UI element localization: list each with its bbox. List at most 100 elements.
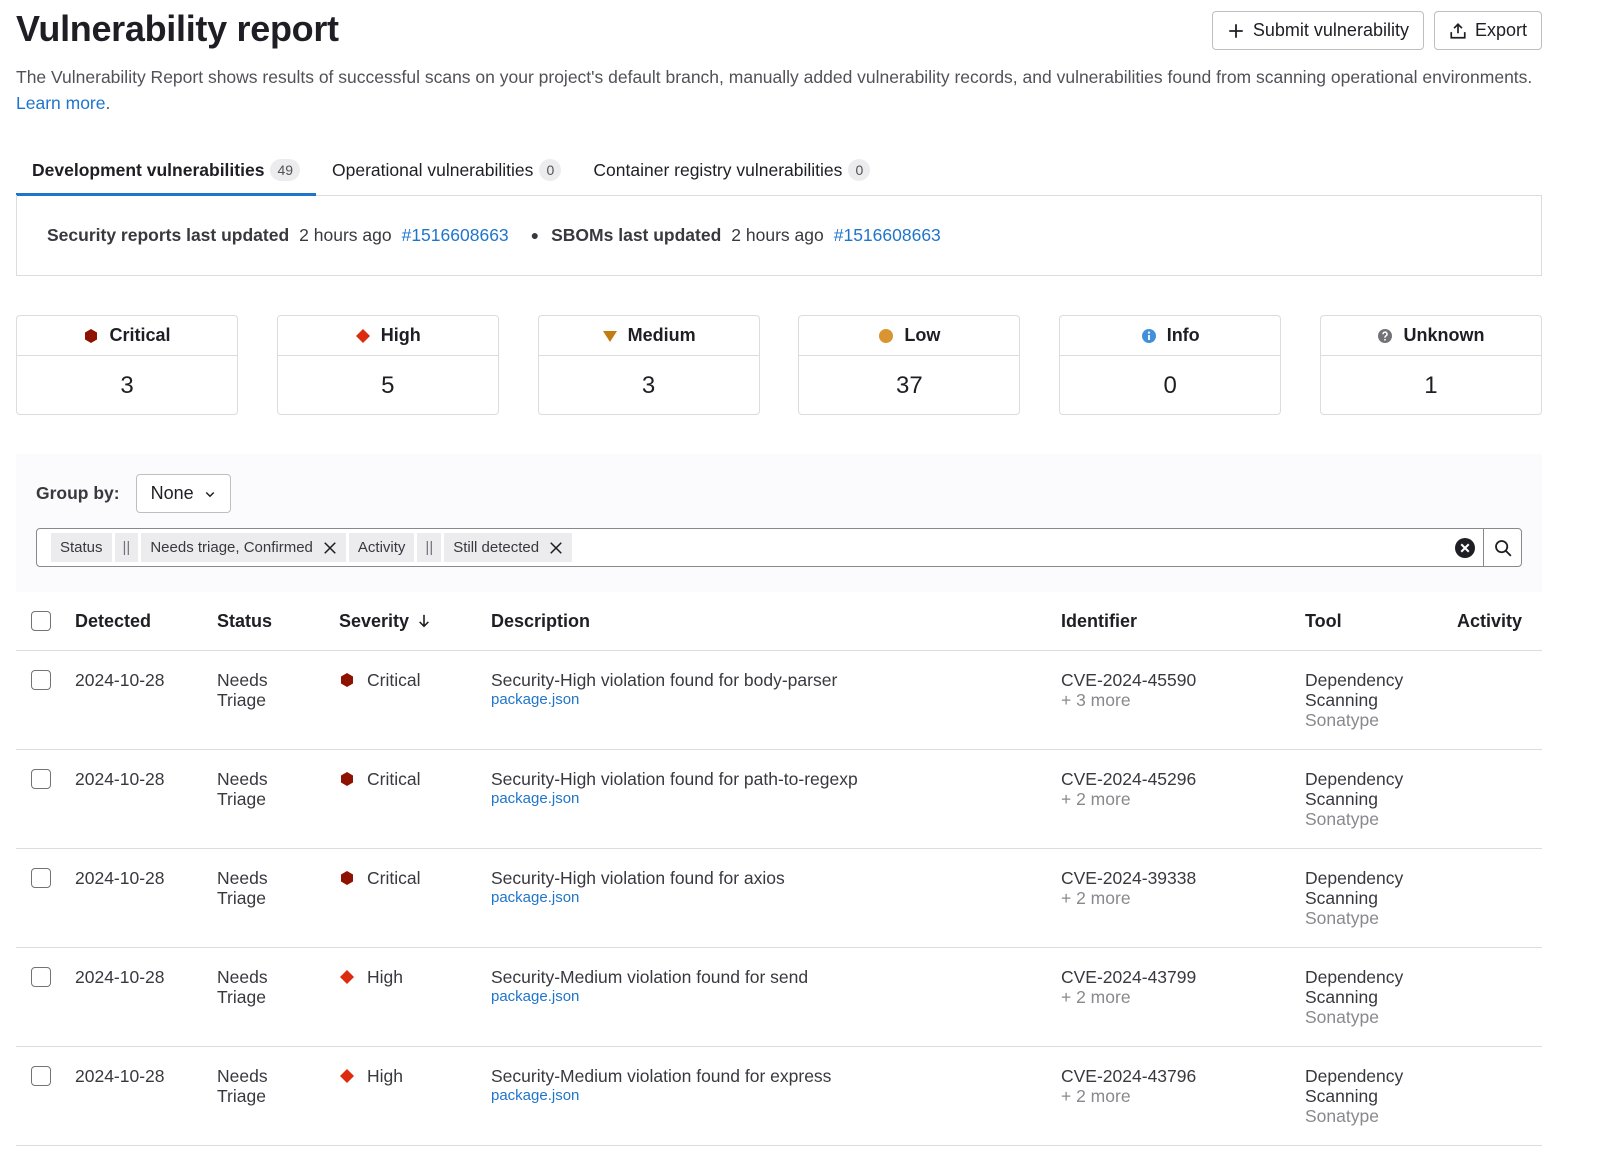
critical-hexagon-icon	[341, 772, 353, 786]
detected-date: 2024-10-28	[75, 670, 165, 690]
table-row[interactable]: 2024-10-28 Needs Triage High Security-Med…	[16, 1047, 1542, 1146]
severity-cell: Critical	[339, 670, 491, 690]
filter-token-status-operator[interactable]: ||	[114, 533, 139, 562]
header-detected[interactable]: Detected	[75, 611, 217, 632]
detected-date: 2024-10-28	[75, 1066, 165, 1086]
row-select-cell	[16, 769, 75, 789]
header-status[interactable]: Status	[217, 611, 339, 632]
export-button[interactable]: Export	[1433, 11, 1542, 50]
file-link[interactable]: package.json	[491, 888, 1061, 908]
header-severity-label: Severity	[339, 610, 410, 631]
vulnerability-title-link[interactable]: Security-Medium violation found for send	[491, 967, 1061, 987]
file-link[interactable]: package.json	[491, 987, 1061, 1007]
vulnerability-title-link[interactable]: Security-High violation found for axios	[491, 868, 1061, 888]
severity-card-low: Low 37	[798, 315, 1021, 415]
description-cell: Security-High violation found for body-p…	[491, 670, 1061, 710]
status-cell: Needs Triage	[217, 1066, 339, 1106]
select-all-checkbox[interactable]	[31, 611, 51, 631]
security-pipeline-link[interactable]: #1516608663	[402, 225, 509, 246]
tool-text: Scanning	[1305, 888, 1378, 908]
detected-date: 2024-10-28	[75, 769, 165, 789]
filter-token-activity-key[interactable]: Activity	[348, 533, 415, 562]
tool-cell: Dependency Scanning Sonatype	[1305, 769, 1457, 829]
tool-text: Dependency	[1305, 670, 1404, 690]
vendor-text: Sonatype	[1305, 1106, 1379, 1126]
tab-development-vulnerabilities[interactable]: Development vulnerabilities 49	[16, 145, 317, 196]
filter-token-activity-text: Still detected	[453, 539, 540, 556]
filter-token-status-value[interactable]: Needs triage, Confirmed	[141, 533, 346, 562]
identifier-text: CVE-2024-43799	[1061, 967, 1197, 987]
table-row[interactable]: 2024-10-28 Needs Triage Critical Security…	[16, 849, 1542, 948]
tool-cell: Dependency Scanning Sonatype	[1305, 1066, 1457, 1126]
filtered-search-bar[interactable]: Status || Needs triage, Confirmed Activi…	[36, 528, 1522, 567]
table-row[interactable]: 2024-10-28 Needs Triage Critical Security…	[16, 750, 1542, 849]
status-text: Triage	[217, 888, 266, 908]
severity-card-high: High 5	[276, 315, 499, 415]
search-button[interactable]	[1483, 529, 1521, 566]
tool-text: Dependency	[1305, 967, 1404, 987]
tab-container-registry-vulnerabilities[interactable]: Container registry vulnerabilities 0	[577, 145, 886, 195]
description-period: .	[105, 93, 111, 113]
vulnerability-title-link[interactable]: Security-Medium violation found for expr…	[491, 1066, 1061, 1086]
tool-cell: Dependency Scanning Sonatype	[1305, 670, 1457, 730]
severity-text: High	[367, 967, 403, 987]
filter-token-status-text: Needs triage, Confirmed	[150, 539, 313, 556]
more-identifiers: + 2 more	[1061, 888, 1131, 908]
table-row[interactable]: 2024-10-28 Needs Triage Critical Security…	[16, 651, 1542, 750]
header-severity[interactable]: Severity	[339, 611, 491, 632]
severity-card-header: Critical	[17, 316, 237, 356]
row-checkbox[interactable]	[31, 769, 51, 789]
learn-more-link[interactable]: Learn more	[16, 93, 106, 113]
severity-text: Critical	[367, 868, 421, 888]
row-checkbox[interactable]	[31, 868, 51, 888]
description-cell: Security-Medium violation found for send…	[491, 967, 1061, 1007]
sbom-pipeline-link[interactable]: #1516608663	[834, 225, 941, 246]
group-by-dropdown[interactable]: None	[135, 474, 231, 513]
severity-card-header: High	[277, 316, 498, 356]
status-text: Triage	[217, 1086, 266, 1106]
file-link[interactable]: package.json	[491, 789, 1061, 809]
vendor-text: Sonatype	[1305, 710, 1379, 730]
severity-text: Critical	[367, 670, 421, 690]
close-icon[interactable]	[323, 541, 337, 555]
severity-text: Critical	[367, 769, 421, 789]
export-upload-icon	[1450, 22, 1466, 39]
vulnerability-title-link[interactable]: Security-High violation found for path-t…	[491, 769, 1061, 789]
filter-token-activity-value[interactable]: Still detected	[444, 533, 573, 562]
row-checkbox[interactable]	[31, 1066, 51, 1086]
chevron-down-icon	[205, 491, 214, 497]
row-checkbox[interactable]	[31, 670, 51, 690]
plus-icon	[1229, 23, 1243, 38]
critical-hexagon-icon	[85, 328, 98, 343]
info-circle-icon	[1141, 328, 1156, 343]
row-checkbox[interactable]	[31, 967, 51, 987]
identifier-cell: CVE-2024-43799 + 2 more	[1061, 967, 1305, 1007]
close-icon[interactable]	[549, 541, 563, 555]
tab-count-badge: 49	[270, 159, 301, 181]
header-actions: Submit vulnerability Export	[1211, 11, 1542, 50]
tool-text: Dependency	[1305, 769, 1404, 789]
sboms-time: 2 hours ago	[731, 224, 824, 245]
vulnerability-title-link[interactable]: Security-High violation found for body-p…	[491, 670, 1061, 690]
filter-token-activity-operator[interactable]: ||	[417, 533, 442, 562]
table-row[interactable]: 2024-10-28 Needs Triage High Security-Med…	[16, 948, 1542, 1047]
filter-token-status-key[interactable]: Status	[51, 533, 112, 562]
row-select-cell	[16, 1066, 75, 1086]
status-cell: Needs Triage	[217, 670, 339, 710]
tab-operational-vulnerabilities[interactable]: Operational vulnerabilities 0	[316, 145, 577, 195]
vendor-text: Sonatype	[1305, 908, 1379, 928]
security-reports-time: 2 hours ago	[299, 224, 392, 245]
file-link[interactable]: package.json	[491, 690, 1061, 710]
severity-text: High	[367, 1066, 403, 1086]
description-text: The Vulnerability Report shows results o…	[16, 67, 1533, 87]
submit-vulnerability-label: Submit vulnerability	[1252, 20, 1409, 40]
clear-search-button[interactable]	[1447, 529, 1483, 566]
severity-card-critical: Critical 3	[16, 315, 238, 415]
group-by: Group by: None	[36, 474, 231, 513]
file-link[interactable]: package.json	[491, 1086, 1061, 1106]
group-by-label: Group by:	[36, 483, 120, 503]
severity-card-label: Critical	[109, 325, 171, 345]
filter-tokens: Status || Needs triage, Confirmed Activi…	[37, 533, 1447, 562]
header-tool[interactable]: Tool	[1305, 611, 1457, 632]
submit-vulnerability-button[interactable]: Submit vulnerability	[1211, 11, 1424, 50]
